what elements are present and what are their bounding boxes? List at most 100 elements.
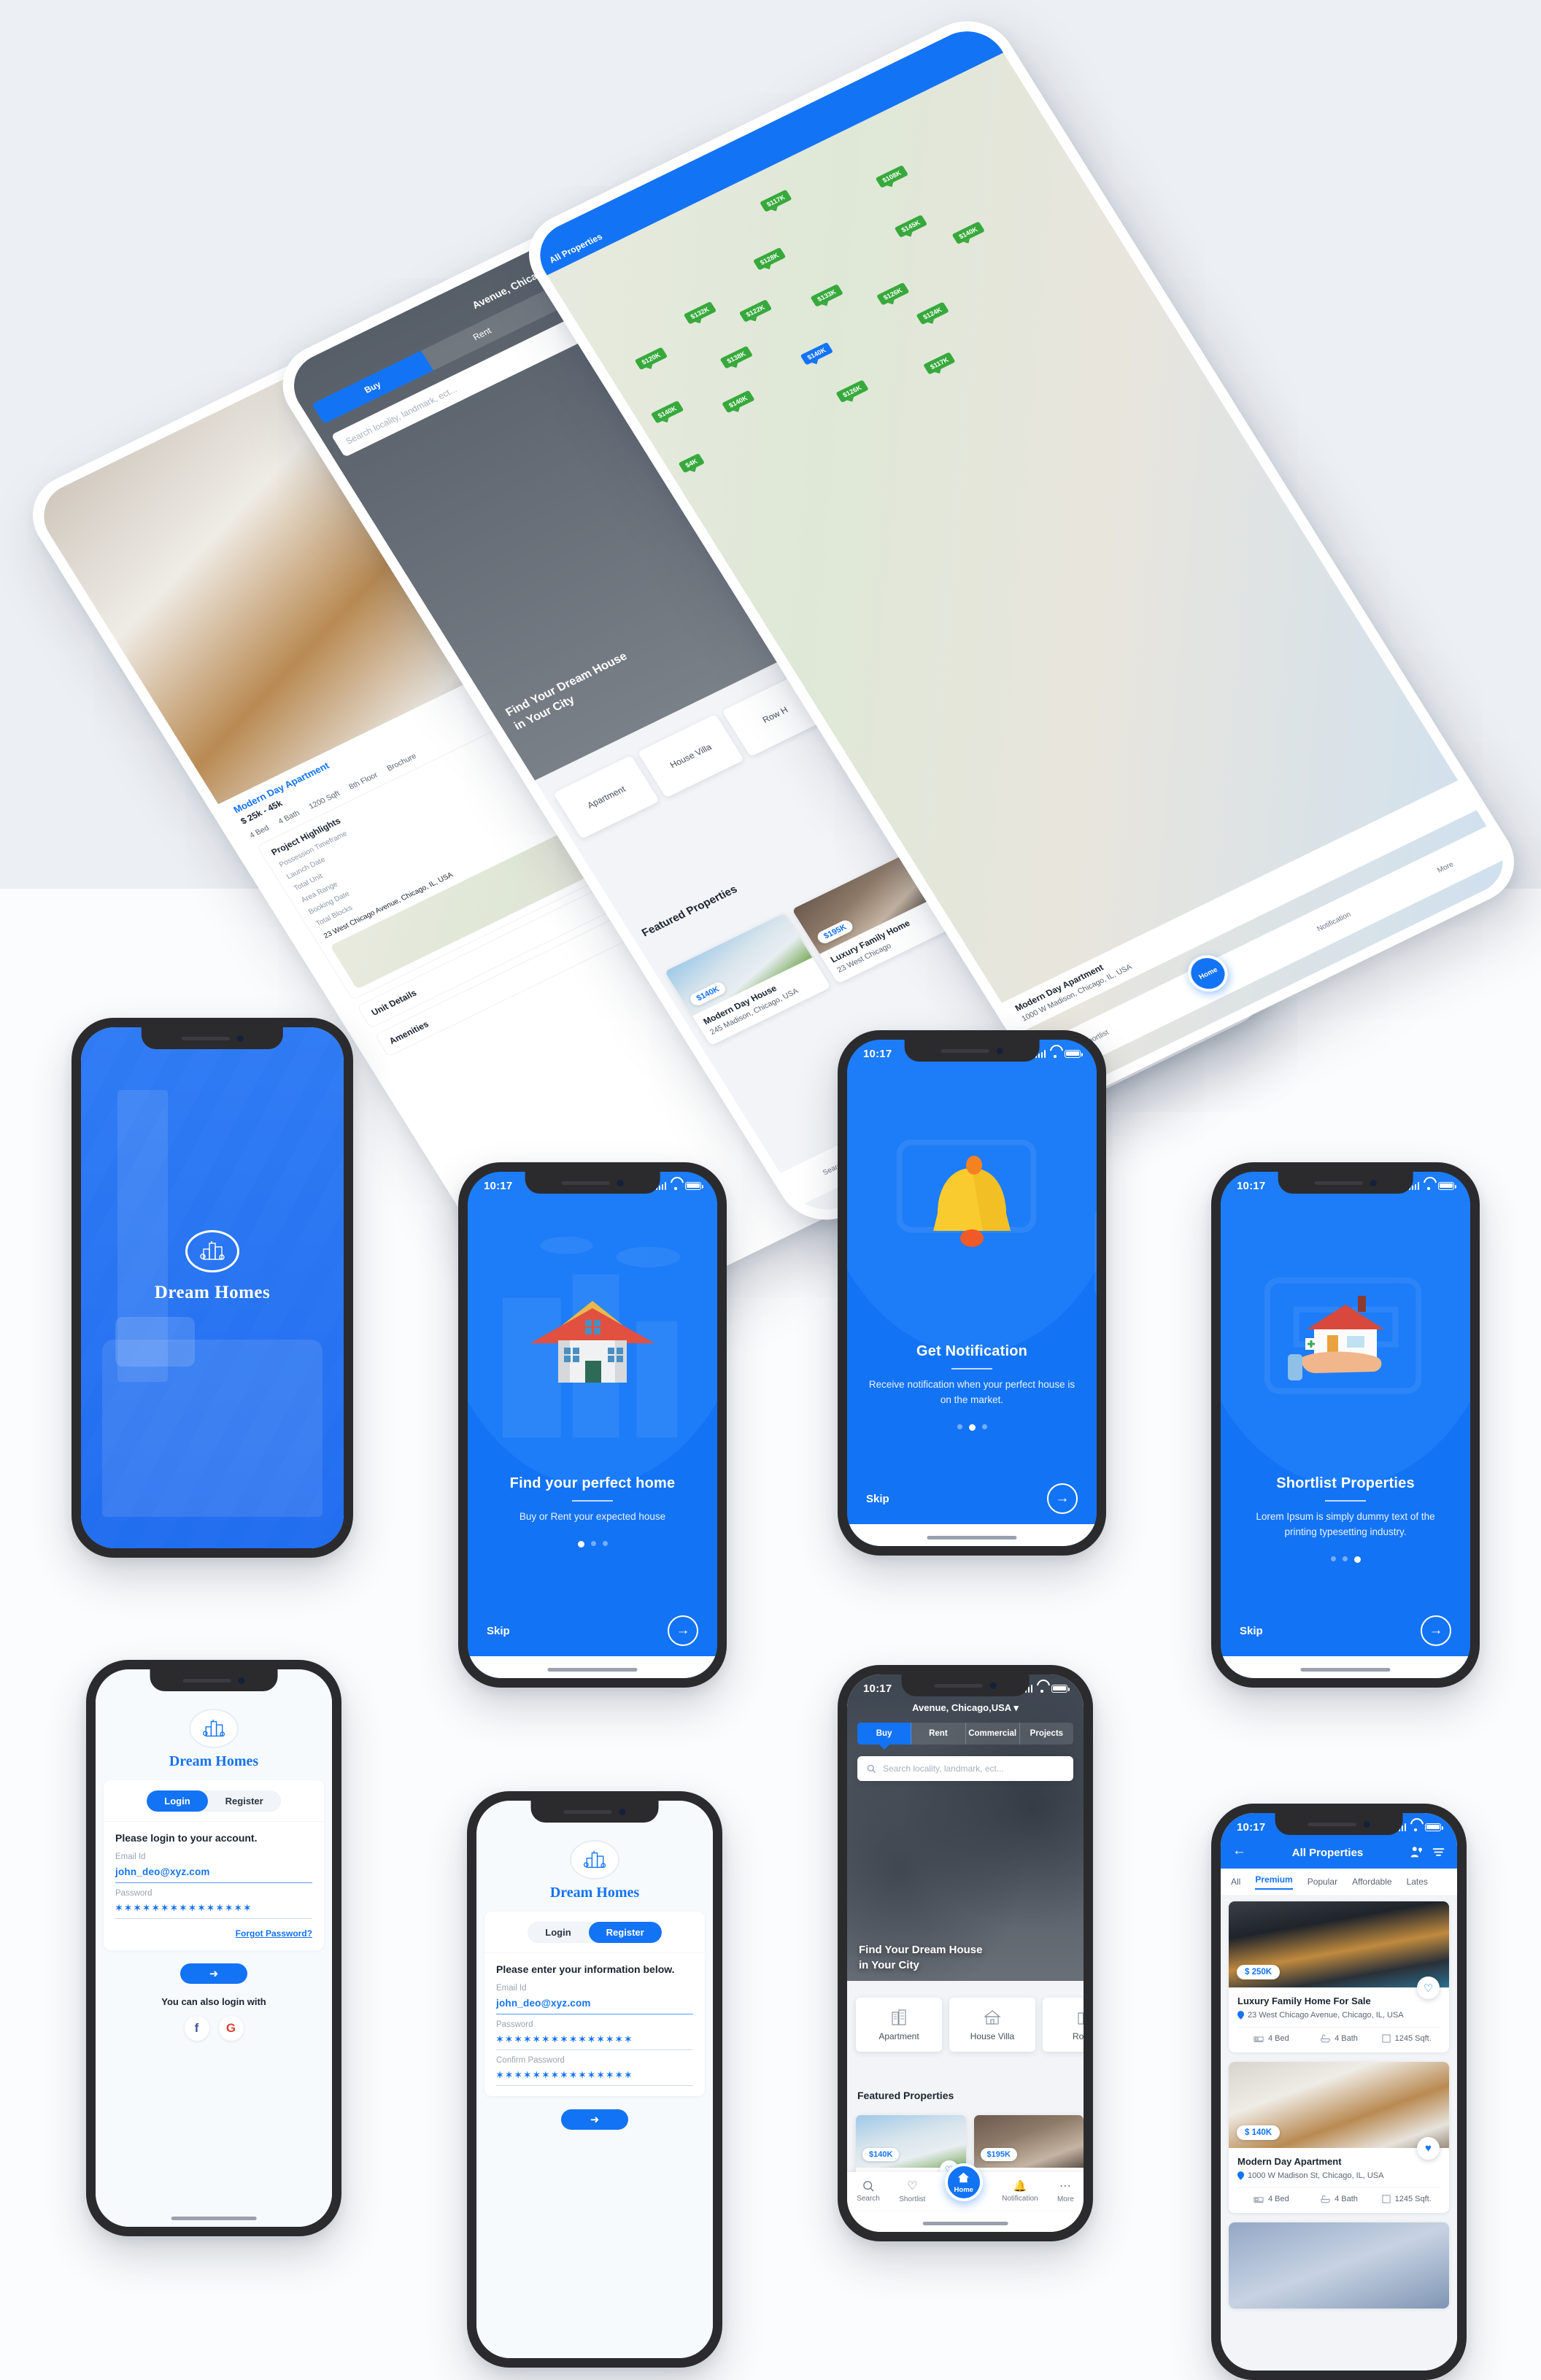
property-card-partial[interactable] — [1229, 2222, 1449, 2308]
category-row-house[interactable]: Row H — [1043, 1998, 1084, 2052]
price-tag: $ 140K — [1237, 2125, 1281, 2140]
bath-icon — [1321, 2034, 1330, 2043]
auth-tabs: Login Register — [104, 1780, 324, 1822]
confirm-password-field[interactable]: Confirm Password ✶✶✶✶✶✶✶✶✶✶✶✶✶✶✶ — [484, 2050, 705, 2096]
email-field[interactable]: Email Id john_deo@xyz.com — [484, 1978, 705, 2014]
spec-area: 1245 Sqft. — [1372, 2188, 1440, 2210]
google-icon[interactable]: G — [218, 2016, 244, 2041]
divider — [1325, 1500, 1366, 1502]
page-title: All Properties — [1291, 1847, 1364, 1859]
email-value[interactable]: john_deo@xyz.com — [115, 1866, 312, 1882]
phone-onboarding-2: Get Notification Receive notification wh… — [838, 1030, 1106, 1556]
bell-illustration — [847, 1121, 1097, 1293]
property-card[interactable]: $ 140K ♥ Modern Day Apartment 1000 W Mad… — [1229, 2062, 1449, 2213]
tabbar-search[interactable]: Search — [857, 2180, 880, 2203]
filter-affordable[interactable]: Affordable — [1352, 1877, 1392, 1887]
chevron-down-icon: ▾ — [1013, 1702, 1019, 1713]
back-arrow-icon[interactable]: ← — [1232, 1843, 1246, 1859]
spec-bed: 4 Bed — [1237, 2028, 1305, 2049]
email-field[interactable]: Email Id john_deo@xyz.com — [104, 1847, 324, 1883]
tabbar-shortlist[interactable]: ♡ Shortlist — [899, 2179, 925, 2203]
property-image: $ 250K — [1229, 1901, 1449, 1987]
category-label: House Villa — [970, 2031, 1015, 2042]
pin-icon — [1237, 2171, 1244, 2180]
onboarding-3-title: Shortlist Properties — [1276, 1475, 1415, 1492]
category-apartment[interactable]: Apartment — [856, 1998, 942, 2052]
hero-caption-line2: in Your City — [859, 1959, 919, 1972]
tab-login[interactable]: Login — [147, 1790, 208, 1812]
location-selector[interactable]: Avenue, Chicago,USA ▾ — [847, 1702, 1084, 1714]
notch — [1275, 1813, 1403, 1835]
tab-buy[interactable]: Buy — [857, 1723, 912, 1745]
apartment-icon — [892, 2009, 906, 2025]
password-value[interactable]: ✶✶✶✶✶✶✶✶✶✶✶✶✶✶✶ — [115, 1903, 312, 1918]
pin-icon — [1237, 2011, 1244, 2020]
notch — [904, 1040, 1040, 1062]
search-bar[interactable]: Search locality, landmark, ect... — [857, 1756, 1073, 1781]
onboarding-2-screen: Get Notification Receive notification wh… — [847, 1040, 1097, 1546]
filter-all[interactable]: All — [1231, 1877, 1240, 1887]
password-value[interactable]: ✶✶✶✶✶✶✶✶✶✶✶✶✶✶✶ — [496, 2034, 693, 2049]
heart-icon[interactable]: ♡ — [1417, 1977, 1440, 1999]
mockup-cat-apartment[interactable]: Apartment — [553, 755, 660, 839]
status-time: 10:17 — [1237, 1820, 1266, 1834]
hand-house-illustration — [1221, 1253, 1470, 1425]
hero-caption: Find Your Dream House in Your City — [859, 1942, 982, 1974]
heart-icon: ♡ — [907, 2180, 918, 2192]
tabbar-notification[interactable]: 🔔 Notification — [1002, 2179, 1038, 2203]
tab-register[interactable]: Register — [588, 1922, 662, 1943]
confirm-password-value[interactable]: ✶✶✶✶✶✶✶✶✶✶✶✶✶✶✶ — [496, 2070, 693, 2085]
property-specs: 4 Bed 4 Bath 1245 Sqft. — [1237, 2027, 1440, 2049]
alt-login-label: You can also login with — [161, 1996, 266, 2007]
property-image — [1229, 2222, 1449, 2308]
listing-scroll[interactable]: $ 250K ♡ Luxury Family Home For Sale 23 … — [1221, 1895, 1457, 2371]
skip-button[interactable]: Skip — [866, 1493, 889, 1505]
filter-latest[interactable]: Lates — [1407, 1877, 1428, 1887]
featured-title: Featured Properties — [857, 2090, 954, 2102]
mockup-map-tabbar-notification[interactable]: Notification — [1316, 911, 1353, 933]
login-submit-button[interactable]: ➜ — [180, 1963, 247, 1984]
register-submit-button[interactable]: ➜ — [561, 2109, 628, 2130]
forgot-password-link[interactable]: Forgot Password? — [236, 1928, 312, 1939]
property-title: Luxury Family Home For Sale — [1237, 1995, 1371, 2006]
password-label: Password — [496, 2020, 533, 2029]
password-field[interactable]: Password ✶✶✶✶✶✶✶✶✶✶✶✶✶✶✶ — [484, 2014, 705, 2050]
wifi-icon — [1424, 1182, 1434, 1190]
address-text: 1000 W Madison St, Chicago, IL, USA — [1248, 2171, 1384, 2180]
tab-register[interactable]: Register — [208, 1790, 281, 1812]
tabbar-more[interactable]: ⋯ More — [1057, 2179, 1074, 2203]
phone-onboarding-1: Find your perfect home Buy or Rent your … — [458, 1162, 727, 1688]
map-pin-person-icon[interactable] — [1409, 1845, 1423, 1859]
location-label: Avenue, Chicago,USA — [912, 1702, 1011, 1713]
filter-popular[interactable]: Popular — [1308, 1877, 1337, 1887]
home-indicator-area — [1221, 1656, 1470, 1678]
status-time: 10:17 — [1237, 1179, 1266, 1192]
facebook-icon[interactable]: f — [184, 2016, 209, 2041]
skip-button[interactable]: Skip — [487, 1625, 510, 1637]
spec-area: 1245 Sqft. — [1372, 2028, 1440, 2049]
password-field[interactable]: Password ✶✶✶✶✶✶✶✶✶✶✶✶✶✶✶ — [104, 1883, 324, 1919]
filter-premium[interactable]: Premium — [1255, 1874, 1293, 1890]
tab-rent[interactable]: Rent — [911, 1723, 966, 1745]
tab-commercial[interactable]: Commercial — [966, 1723, 1020, 1745]
mockup-cat-housevilla[interactable]: House Villa — [637, 714, 744, 798]
skip-button[interactable]: Skip — [1240, 1625, 1263, 1637]
next-arrow-button[interactable]: → — [1421, 1615, 1451, 1646]
tabbar-home[interactable]: Home — [944, 2163, 983, 2201]
notch — [530, 1801, 659, 1823]
spec-bath: 4 Bath — [1305, 2188, 1373, 2210]
filter-tabs: All Premium Popular Affordable Lates — [1221, 1869, 1457, 1895]
mockup-map-tabbar-more[interactable]: More — [1436, 860, 1455, 874]
category-house-villa[interactable]: House Villa — [949, 1998, 1035, 2052]
email-value[interactable]: john_deo@xyz.com — [496, 1998, 693, 2014]
notch — [901, 1674, 1030, 1696]
tab-projects[interactable]: Projects — [1020, 1723, 1073, 1745]
tabbar-label: Home — [954, 2185, 973, 2194]
next-arrow-button[interactable]: → — [668, 1615, 698, 1646]
filter-icon[interactable] — [1432, 1845, 1445, 1859]
tab-login[interactable]: Login — [528, 1922, 588, 1943]
heart-icon-filled[interactable]: ♥ — [1417, 2137, 1440, 2160]
notch — [141, 1027, 284, 1049]
next-arrow-button[interactable]: → — [1047, 1483, 1078, 1514]
property-card[interactable]: $ 250K ♡ Luxury Family Home For Sale 23 … — [1229, 1901, 1449, 2052]
